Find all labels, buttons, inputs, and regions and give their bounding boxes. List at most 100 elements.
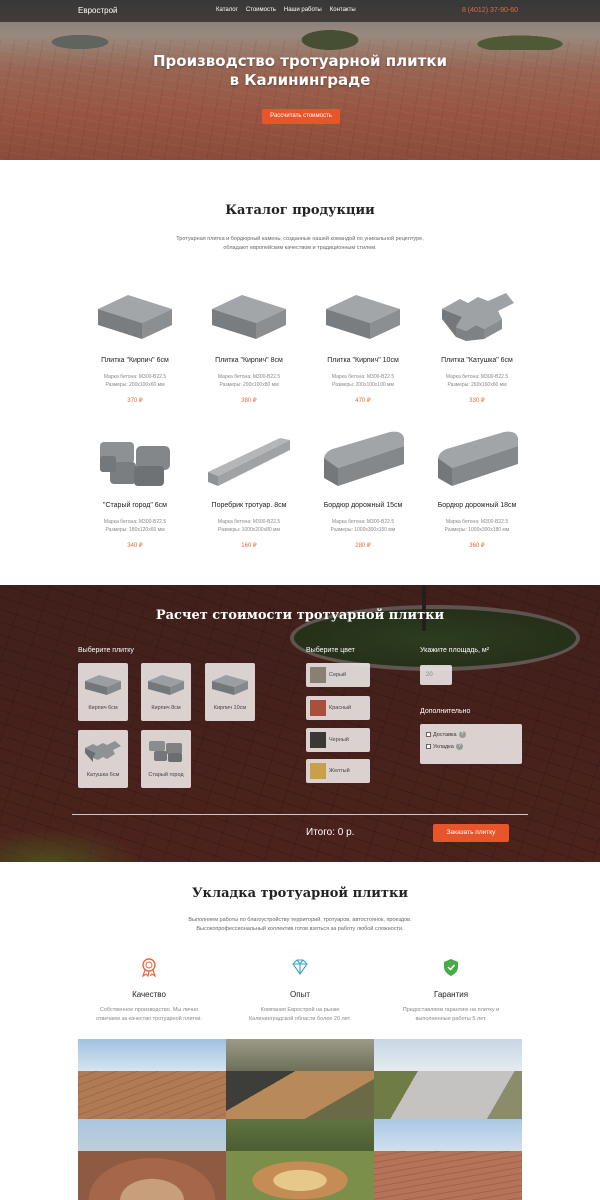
- color-option[interactable]: Серый: [306, 663, 370, 687]
- product-image[interactable]: [90, 428, 180, 492]
- product-card[interactable]: Бордюр дорожный 18см Марка бетона: М300-В…: [420, 428, 534, 573]
- product-card[interactable]: Плитка "Катушка" 6см Марка бетона: М300-В…: [420, 283, 534, 428]
- product-card[interactable]: "Старый город" 6см Марка бетона: М300-В22…: [78, 428, 192, 573]
- tile-option-image: [83, 671, 123, 697]
- product-grade: Марка бетона: М300-В22.5: [331, 519, 395, 525]
- product-name[interactable]: Плитка "Кирпич" 10см: [306, 357, 420, 364]
- feature-text-line1: Собственное производство. Мы лично: [99, 1007, 199, 1013]
- installation-checkbox[interactable]: [426, 744, 431, 749]
- product-specs: Марка бетона: М300-В22.5 Размеры: 1000х30…: [420, 518, 534, 534]
- product-image[interactable]: [90, 283, 180, 347]
- color-swatch: [310, 667, 326, 683]
- photo-sky: [374, 1119, 522, 1152]
- calc-divider: [72, 814, 528, 815]
- product-card[interactable]: Плитка "Кирпич" 10см Марка бетона: М300-В…: [306, 283, 420, 428]
- help-icon[interactable]: ?: [455, 743, 463, 750]
- product-image[interactable]: [204, 428, 294, 492]
- product-card[interactable]: Плитка "Кирпич" 8см Марка бетона: М300-В2…: [192, 283, 306, 428]
- gallery-photo[interactable]: [78, 1119, 226, 1200]
- delivery-option[interactable]: Доставка ?: [426, 731, 466, 738]
- product-name[interactable]: Плитка "Катушка" 6см: [420, 357, 534, 364]
- menu-item-price[interactable]: Стоимость: [246, 7, 276, 13]
- catalog-title: Каталог продукции: [225, 203, 375, 218]
- help-icon[interactable]: ?: [458, 731, 466, 738]
- tile-option-label: Катушка 6см: [86, 772, 120, 778]
- photo-pavement: [374, 1151, 522, 1200]
- product-card[interactable]: Бордюр дорожный 15см Марка бетона: М300-В…: [306, 428, 420, 573]
- feature-text-line2: отвечаем за качество тротуарной плитки.: [95, 1016, 203, 1022]
- delivery-label: Доставка: [433, 731, 457, 738]
- calculate-cost-button[interactable]: Рассчитать стоимость: [262, 109, 340, 124]
- works-title: Укладка тротуарной плитки: [192, 886, 408, 901]
- feature-title: Гарантия: [433, 990, 469, 999]
- product-card[interactable]: Плитка "Кирпич" 6см Марка бетона: М300-В2…: [78, 283, 192, 428]
- product-price: 160 ₽: [241, 543, 257, 549]
- hero-title-line1: Производство тротуарной плитки: [152, 52, 448, 70]
- installation-label: Укладка: [433, 743, 454, 750]
- product-card[interactable]: Поребрик тротуар. 8см Марка бетона: М300-…: [192, 428, 306, 573]
- product-price: 380 ₽: [241, 398, 257, 404]
- product-name[interactable]: Плитка "Кирпич" 8см: [192, 357, 306, 364]
- shield-icon: [444, 959, 458, 976]
- product-name[interactable]: Бордюр дорожный 18см: [420, 502, 534, 509]
- photo-sky: [78, 1039, 226, 1071]
- extra-label: Дополнительно: [420, 708, 471, 715]
- color-option-label: Черный: [329, 737, 349, 743]
- product-image[interactable]: [318, 428, 408, 492]
- tile-option[interactable]: Старый город: [141, 730, 191, 788]
- product-image[interactable]: [318, 283, 408, 347]
- top-nav: Еврострой Каталог Стоимость Наши работы …: [0, 0, 600, 22]
- photo-sky: [374, 1039, 522, 1071]
- phone-number[interactable]: 8 (4012) 37-90-60: [462, 7, 518, 14]
- photo-sky: [78, 1119, 226, 1152]
- product-name[interactable]: Бордюр дорожный 15см: [306, 502, 420, 509]
- product-name[interactable]: Поребрик тротуар. 8см: [192, 502, 306, 509]
- product-grade: Марка бетона: М300-В22.5: [217, 374, 281, 380]
- feature-text-line1: Предоставляем гарантию на плитку и: [402, 1007, 500, 1013]
- feature-experience: Опыт Компания Еврострой на рынке Калинин…: [235, 957, 365, 1024]
- gallery-photo[interactable]: [78, 1039, 226, 1119]
- tile-option[interactable]: Кирпич 6см: [78, 663, 128, 721]
- product-specs: Марка бетона: М300-В22.5 Размеры: 200х100…: [192, 373, 306, 389]
- tile-option-label: Кирпич 10см: [213, 705, 247, 711]
- product-grade: Марка бетона: М300-В22.5: [331, 374, 395, 380]
- color-option[interactable]: Желтый: [306, 759, 370, 783]
- product-price: 330 ₽: [469, 398, 485, 404]
- feature-text: Собственное производство. Мы лично отвеч…: [84, 1006, 214, 1024]
- color-option[interactable]: Красный: [306, 696, 370, 720]
- area-label: Укажите площадь, м²: [420, 647, 490, 654]
- gallery-photo[interactable]: [226, 1039, 374, 1119]
- menu-item-contacts[interactable]: Контакты: [330, 7, 356, 13]
- product-name[interactable]: Плитка "Кирпич" 6см: [78, 357, 192, 364]
- works-desc-line1: Выполняем работы по благоустройству терр…: [188, 917, 412, 923]
- feature-title: Опыт: [290, 990, 310, 999]
- product-grade: Марка бетона: М300-В22.5: [103, 374, 167, 380]
- hero-title-line2: в Калининграде: [229, 71, 371, 89]
- tile-option[interactable]: Кирпич 10см: [205, 663, 255, 721]
- tile-option[interactable]: Катушка 6см: [78, 730, 128, 788]
- gallery-photo[interactable]: [374, 1119, 522, 1200]
- product-image[interactable]: [204, 283, 294, 347]
- site-logo[interactable]: Еврострой: [78, 6, 118, 15]
- menu-item-works[interactable]: Наши работы: [284, 7, 322, 13]
- product-image[interactable]: [432, 283, 522, 347]
- photo-pavement: [78, 1071, 226, 1119]
- product-image[interactable]: [432, 428, 522, 492]
- order-tile-button[interactable]: Заказать плитку: [433, 824, 509, 842]
- product-specs: Марка бетона: М300-В22.5 Размеры: 260х160…: [420, 373, 534, 389]
- gallery-photo[interactable]: [226, 1119, 374, 1200]
- works-gallery: [78, 1039, 522, 1200]
- delivery-checkbox[interactable]: [426, 732, 431, 737]
- product-specs: Марка бетона: М300-В22.5 Размеры: 200х100…: [78, 373, 192, 389]
- menu-item-catalog[interactable]: Каталог: [216, 7, 238, 13]
- area-input[interactable]: 20: [420, 665, 452, 685]
- installation-option[interactable]: Укладка ?: [426, 743, 463, 750]
- feature-quality: Качество Собственное производство. Мы ли…: [84, 957, 214, 1024]
- product-specs: Марка бетона: М300-В22.5 Размеры: 1000х20…: [192, 518, 306, 534]
- color-option[interactable]: Черный: [306, 728, 370, 752]
- tile-option[interactable]: Кирпич 8см: [141, 663, 191, 721]
- gallery-photo[interactable]: [374, 1039, 522, 1119]
- product-name[interactable]: "Старый город" 6см: [78, 502, 192, 509]
- product-size: Размеры: 180х120х60 мм: [105, 527, 165, 533]
- photo-pavement: [78, 1151, 226, 1200]
